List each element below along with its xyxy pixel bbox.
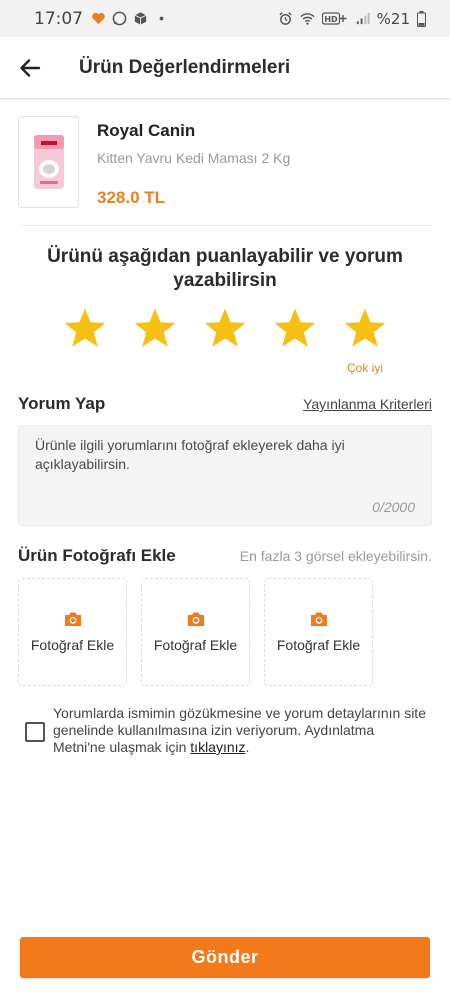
star-icon bbox=[274, 308, 316, 347]
add-photo-button-1[interactable]: Fotoğraf Ekle bbox=[18, 578, 127, 686]
star-1-button[interactable] bbox=[62, 305, 108, 351]
product-brand: Royal Canin bbox=[97, 121, 196, 140]
product-image bbox=[18, 116, 79, 208]
dot-icon bbox=[159, 16, 164, 21]
wifi-icon bbox=[300, 13, 315, 25]
battery-icon bbox=[417, 10, 426, 27]
add-photo-button-2[interactable]: Fotoğraf Ekle bbox=[141, 578, 250, 686]
consent-row: Yorumlarda ismimin gözükmesine ve yorum … bbox=[25, 705, 430, 756]
product-info: Royal Canin Kitten Yavru Kedi Maması 2 K… bbox=[97, 116, 290, 225]
add-photo-label: Fotoğraf Ekle bbox=[276, 637, 361, 653]
comment-header: Yorum Yap Yayınlanma Kriterleri bbox=[18, 394, 432, 414]
signal-icon bbox=[356, 12, 370, 25]
comment-textarea[interactable]: Ürünle ilgili yorumlarını fotoğraf ekley… bbox=[18, 425, 432, 526]
status-time: 17:07 bbox=[34, 8, 83, 29]
star-icon bbox=[64, 308, 106, 347]
rating-prompt: Ürünü aşağıdan puanlayabilir ve yorum ya… bbox=[47, 246, 403, 291]
heart-icon bbox=[92, 12, 105, 25]
app-bar: Ürün Değerlendirmeleri bbox=[0, 37, 450, 99]
publishing-criteria-link[interactable]: Yayınlanma Kriterleri bbox=[303, 396, 432, 412]
add-photo-label: Fotoğraf Ekle bbox=[30, 637, 115, 653]
star-rating bbox=[62, 305, 392, 355]
battery-percent: %21 bbox=[376, 9, 410, 28]
star-2-button[interactable] bbox=[132, 305, 178, 351]
product-package-image bbox=[33, 135, 64, 189]
photo-header: Ürün Fotoğrafı Ekle En fazla 3 görsel ek… bbox=[18, 546, 432, 566]
status-bar: 17:07 HD %21 bbox=[0, 0, 450, 37]
consent-suffix: . bbox=[245, 739, 250, 755]
product-card: Royal Canin Kitten Yavru Kedi Maması 2 K… bbox=[18, 116, 432, 226]
star-4-button[interactable] bbox=[272, 305, 318, 351]
star-3-button[interactable] bbox=[202, 305, 248, 351]
page-title: Ürün Değerlendirmeleri bbox=[79, 56, 291, 78]
privacy-notice-link[interactable]: tıklayınız bbox=[190, 739, 245, 755]
camera-icon bbox=[310, 612, 327, 626]
submit-button[interactable]: Gönder bbox=[20, 937, 430, 978]
alarm-icon bbox=[279, 12, 292, 25]
notification-icons bbox=[91, 11, 169, 26]
rating-label: Çok iyi bbox=[346, 361, 383, 375]
photo-hint: En fazla 3 görsel ekleyebilirsin. bbox=[239, 548, 432, 564]
consent-text: Yorumlarda ismimin gözükmesine ve yorum … bbox=[53, 705, 430, 756]
package-icon bbox=[134, 12, 147, 25]
comment-title: Yorum Yap bbox=[18, 394, 106, 413]
arrow-left-icon bbox=[20, 58, 41, 77]
consent-checkbox[interactable] bbox=[25, 722, 45, 742]
product-name: Kitten Yavru Kedi Maması 2 Kg bbox=[97, 150, 291, 166]
camera-icon bbox=[64, 612, 81, 626]
character-counter: 0/2000 bbox=[372, 499, 415, 515]
star-icon bbox=[134, 308, 176, 347]
add-photo-label: Fotoğraf Ekle bbox=[153, 637, 238, 653]
star-icon bbox=[204, 308, 246, 347]
whatsapp-icon bbox=[112, 11, 127, 26]
back-button[interactable] bbox=[0, 37, 60, 99]
comment-placeholder: Ürünle ilgili yorumlarını fotoğraf ekley… bbox=[35, 437, 345, 472]
star-5-button[interactable] bbox=[342, 305, 388, 351]
star-icon bbox=[344, 308, 386, 347]
hd-icon: HD bbox=[321, 12, 347, 25]
camera-icon bbox=[187, 612, 204, 626]
svg-text:HD: HD bbox=[324, 15, 338, 24]
system-icons: HD %21 bbox=[278, 10, 426, 28]
photo-title: Ürün Fotoğrafı Ekle bbox=[18, 546, 176, 565]
add-photo-button-3[interactable]: Fotoğraf Ekle bbox=[264, 578, 373, 686]
product-price: 328.0 TL bbox=[97, 188, 166, 207]
